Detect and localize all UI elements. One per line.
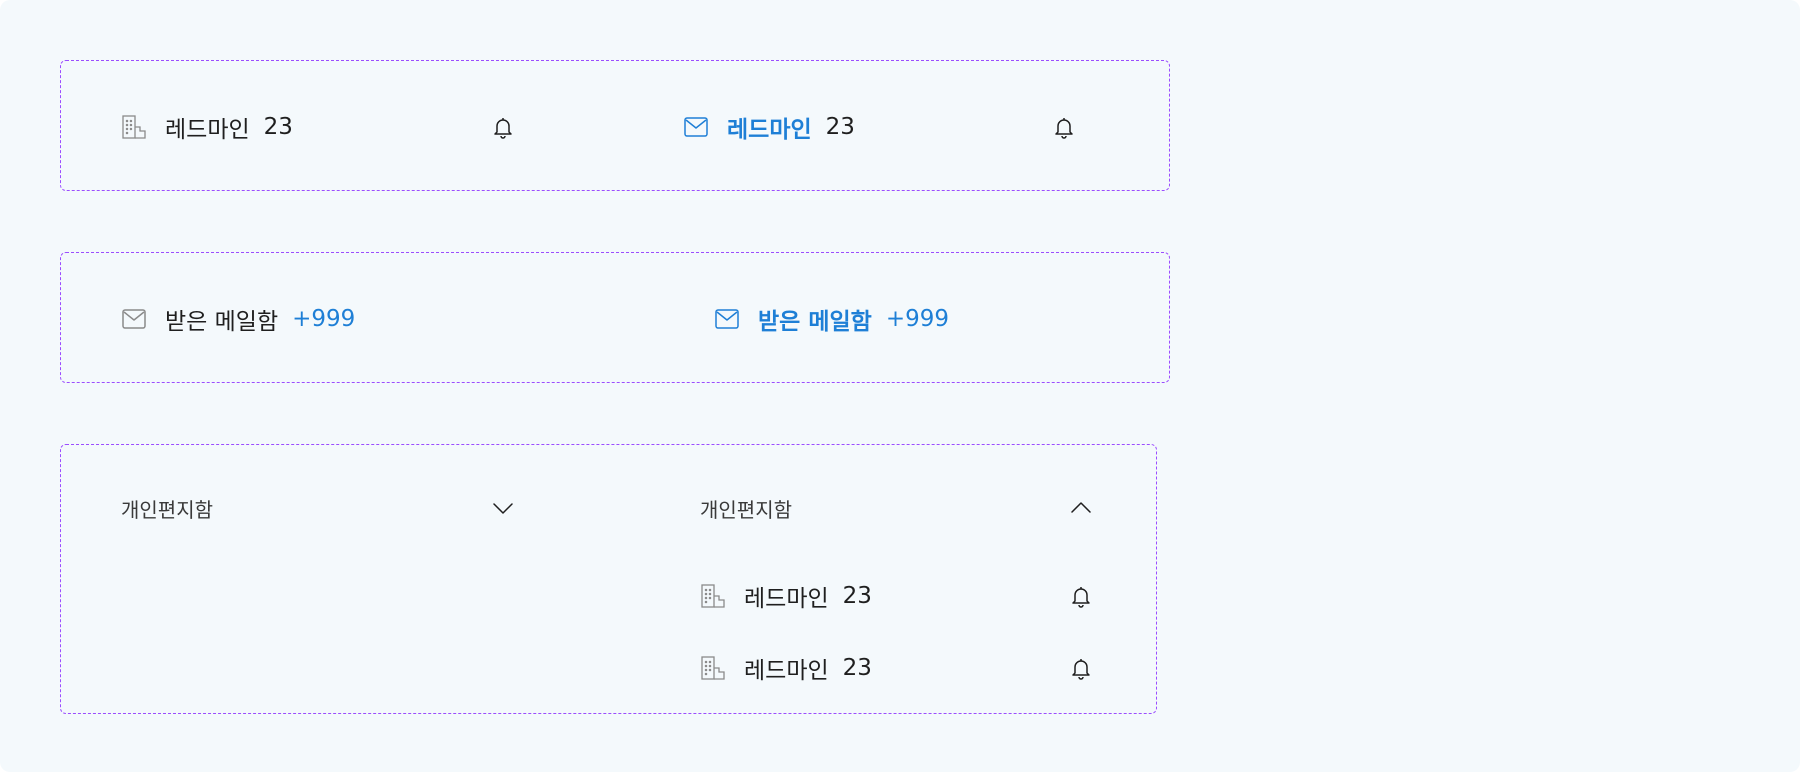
mailbox-item-count: 23: [825, 114, 855, 140]
chevron-up-icon[interactable]: [1069, 496, 1093, 520]
inbox-item-count: +999: [885, 306, 949, 332]
folder-child-label: 레드마인: [744, 586, 829, 612]
folder-child-item[interactable]: 레드마인 23: [701, 648, 1061, 688]
bell-icon[interactable]: [1069, 656, 1093, 680]
building-icon: [701, 584, 725, 608]
folder-variants-group: 개인편지함 개인편지함 레드마인 23 레드마인 23: [60, 444, 1157, 714]
folder-label-expanded[interactable]: 개인편지함: [700, 494, 792, 523]
building-icon: [701, 656, 725, 680]
mail-icon: [684, 115, 708, 139]
inbox-item-variants-group: 받은 메일함 +999 받은 메일함 +999: [60, 252, 1170, 383]
inbox-item-active[interactable]: 받은 메일함 +999: [715, 299, 1115, 339]
bell-icon[interactable]: [491, 115, 515, 139]
mailbox-item-count: 23: [263, 114, 293, 140]
mailbox-item-active[interactable]: 레드마인 23: [684, 107, 1084, 147]
mail-icon: [715, 307, 739, 331]
inbox-item-label: 받은 메일함: [165, 309, 279, 335]
mailbox-item-default[interactable]: 레드마인 23: [122, 107, 522, 147]
folder-child-label: 레드마인: [744, 658, 829, 684]
chevron-down-icon[interactable]: [491, 496, 515, 520]
folder-label-collapsed[interactable]: 개인편지함: [121, 494, 213, 523]
folder-child-count: 23: [842, 583, 872, 609]
mailbox-item-label: 레드마인: [727, 117, 812, 143]
mailbox-item-variants-group: 레드마인 23 레드마인 23: [60, 60, 1170, 191]
building-icon: [122, 115, 146, 139]
inbox-item-default[interactable]: 받은 메일함 +999: [122, 299, 522, 339]
canvas: 레드마인 23 레드마인 23 받은 메일함 +999 받은 메일함 +999 …: [0, 0, 1800, 772]
mailbox-item-label: 레드마인: [165, 117, 250, 143]
inbox-item-count: +999: [292, 306, 356, 332]
inbox-item-label: 받은 메일함: [758, 309, 872, 335]
folder-child-item[interactable]: 레드마인 23: [701, 576, 1061, 616]
bell-icon[interactable]: [1052, 115, 1076, 139]
folder-child-count: 23: [842, 655, 872, 681]
bell-icon[interactable]: [1069, 584, 1093, 608]
mail-icon: [122, 307, 146, 331]
